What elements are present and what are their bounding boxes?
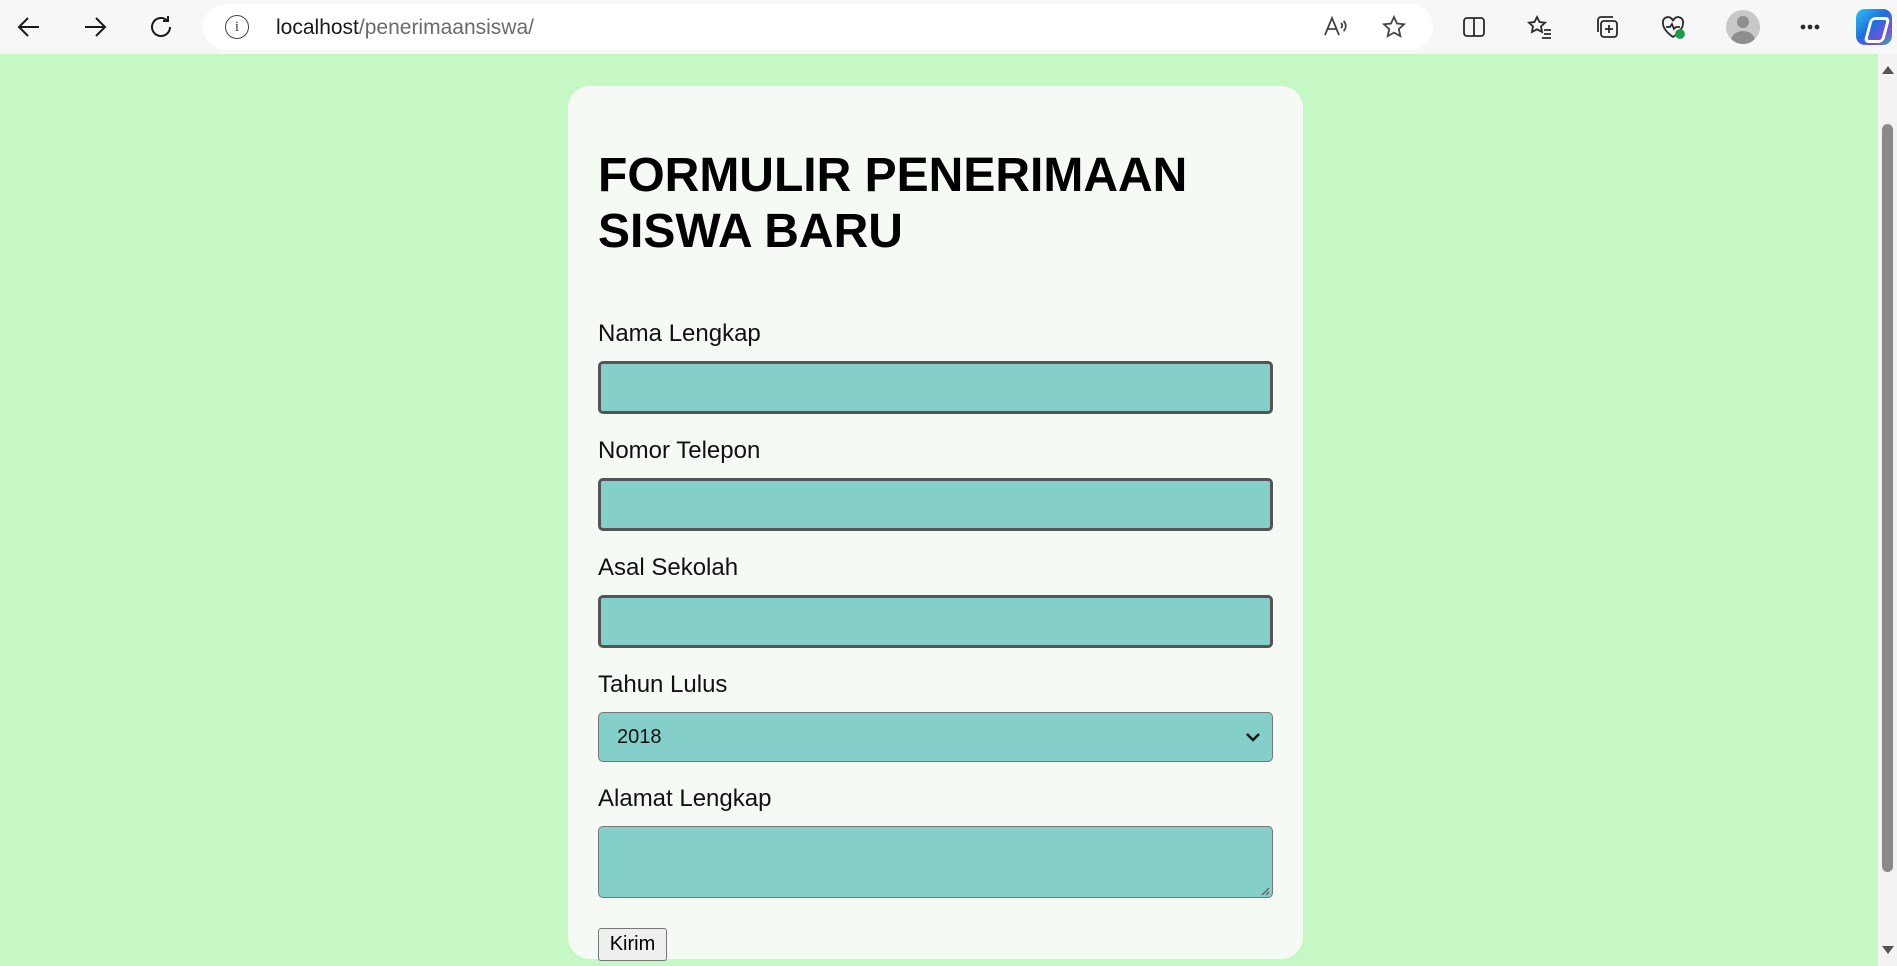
chevron-down-icon (1244, 728, 1262, 746)
info-icon[interactable]: i (225, 15, 249, 39)
copilot-icon[interactable] (1856, 9, 1892, 45)
back-icon[interactable] (7, 5, 51, 49)
resize-grip-icon[interactable] (1258, 883, 1270, 896)
collections-icon[interactable] (1589, 9, 1625, 45)
alamat-label: Alamat Lengkap (598, 785, 772, 812)
more-options-icon[interactable] (1792, 9, 1828, 45)
submit-button[interactable]: Kirim (598, 928, 667, 961)
read-aloud-icon[interactable] (1321, 13, 1349, 41)
scrollbar-thumb[interactable] (1882, 124, 1893, 872)
nama-label: Nama Lengkap (598, 320, 761, 347)
split-screen-icon[interactable] (1456, 9, 1492, 45)
profile-avatar[interactable] (1726, 10, 1760, 44)
refresh-icon[interactable] (139, 5, 183, 49)
url-path: /penerimaansiswa/ (358, 16, 534, 39)
vertical-scrollbar[interactable] (1878, 54, 1897, 966)
favorites-list-icon[interactable] (1522, 9, 1558, 45)
alamat-textarea[interactable] (598, 826, 1273, 898)
form-card: FORMULIR PENERIMAAN SISWA BARU Nama Leng… (568, 86, 1303, 961)
url-text[interactable]: localhost/penerimaansiswa/ (276, 16, 534, 40)
address-bar[interactable]: i localhost/penerimaansiswa/ (203, 4, 1433, 50)
forward-icon[interactable] (73, 5, 117, 49)
favorite-star-icon[interactable] (1380, 13, 1408, 41)
tahun-selected-value: 2018 (617, 726, 662, 748)
page-title: FORMULIR PENERIMAAN SISWA BARU (598, 149, 1188, 258)
page-viewport: FORMULIR PENERIMAAN SISWA BARU Nama Leng… (0, 54, 1878, 966)
browser-health-icon[interactable] (1655, 9, 1691, 45)
tahun-label: Tahun Lulus (598, 671, 728, 698)
sekolah-input[interactable] (598, 595, 1273, 648)
telepon-label: Nomor Telepon (598, 437, 761, 464)
scroll-down-icon[interactable] (1882, 946, 1894, 954)
url-host: localhost (276, 16, 359, 39)
tahun-select[interactable]: 2018 (598, 712, 1273, 762)
scroll-up-icon[interactable] (1882, 66, 1894, 74)
browser-toolbar: i localhost/penerimaansiswa/ (0, 0, 1897, 54)
telepon-input[interactable] (598, 478, 1273, 531)
sekolah-label: Asal Sekolah (598, 554, 739, 581)
nama-input[interactable] (598, 361, 1273, 414)
